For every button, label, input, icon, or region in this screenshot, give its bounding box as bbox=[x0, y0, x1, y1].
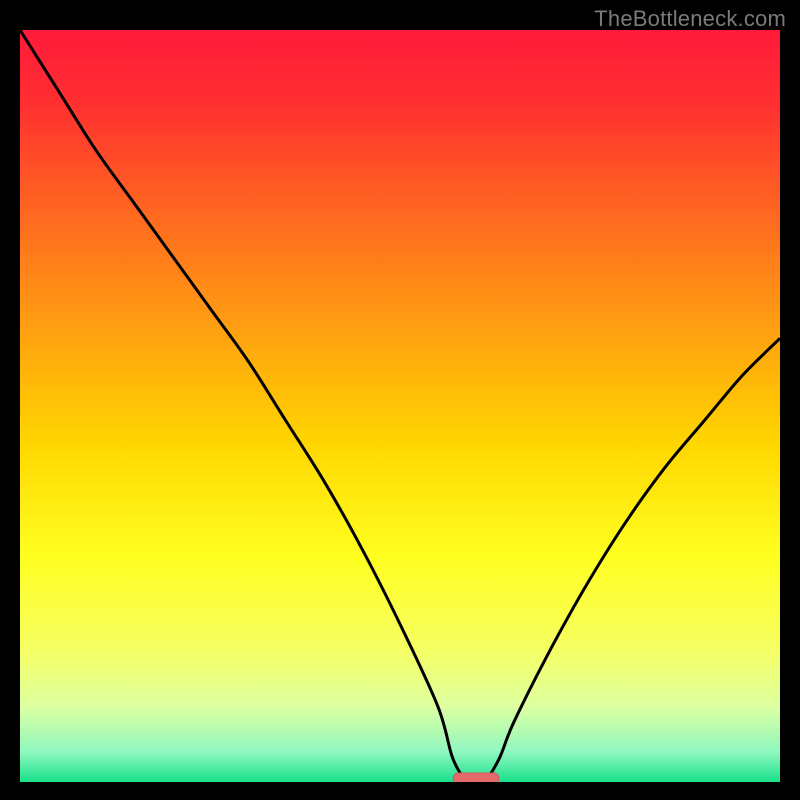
gradient-background bbox=[20, 30, 780, 782]
chart-frame: TheBottleneck.com bbox=[0, 0, 800, 800]
chart-svg bbox=[20, 30, 780, 782]
plot-area bbox=[20, 30, 780, 782]
watermark-text: TheBottleneck.com bbox=[594, 6, 786, 32]
optimal-marker bbox=[453, 773, 499, 782]
